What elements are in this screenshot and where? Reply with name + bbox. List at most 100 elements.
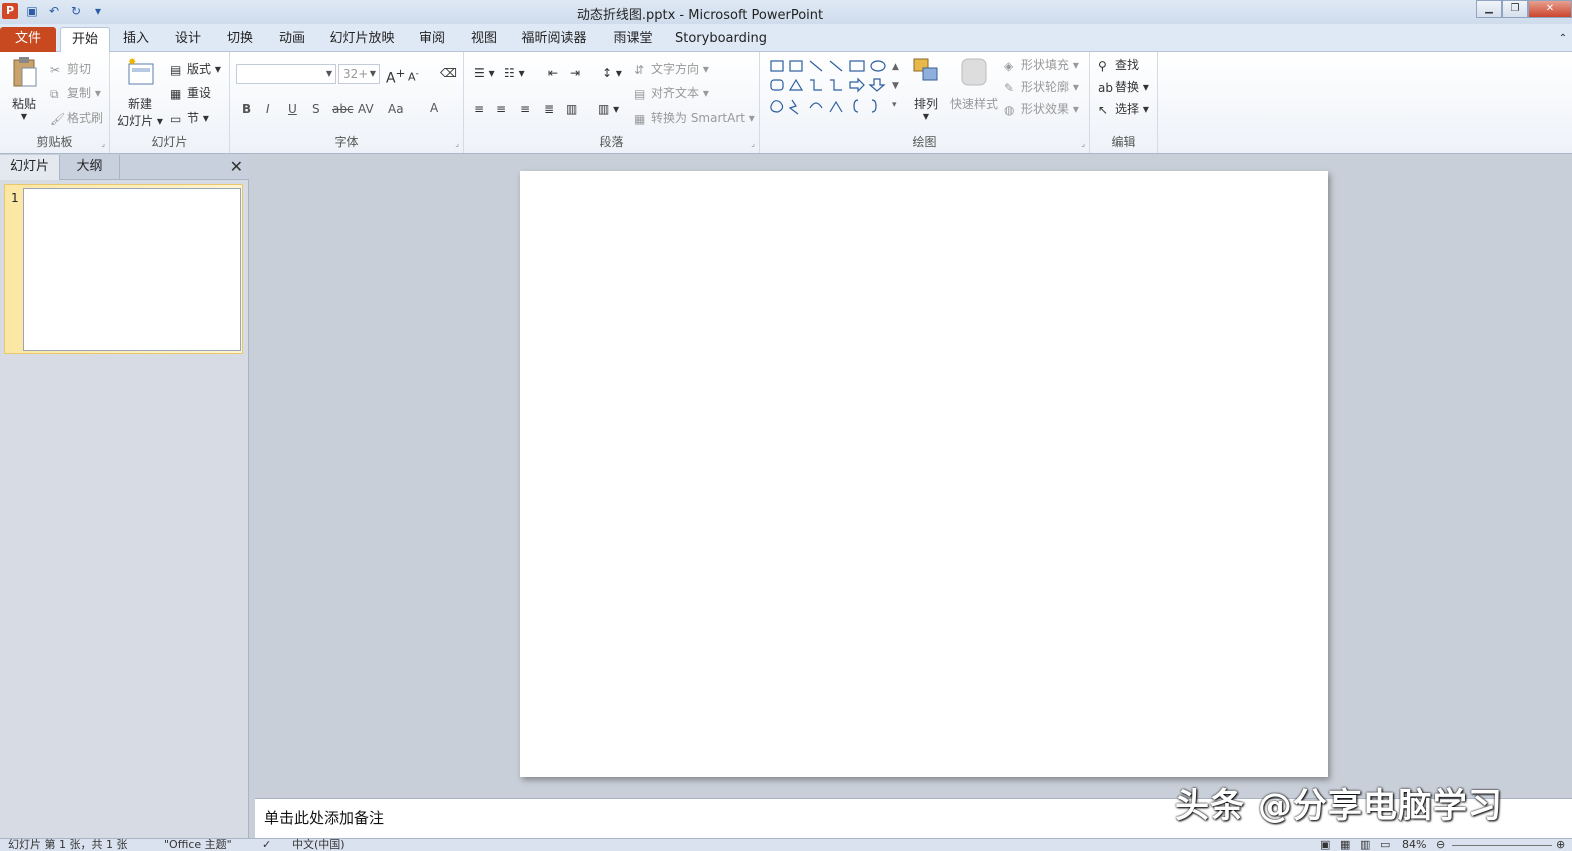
reading-view-icon[interactable]: ▥ (1360, 839, 1370, 851)
change-case-button[interactable]: Aa (388, 102, 404, 116)
slide-editing-area (255, 155, 1572, 795)
watermark-text: 头条 @分享电脑学习 (1175, 786, 1503, 826)
ribbon: 粘贴 ▼ ✂ 剪切 ⧉ 复制 ▾ 🖌 格式刷 剪贴板 ⌟ ✸ 新建 幻灯片 ▾ ▤ 版式… (0, 52, 1572, 154)
close-button[interactable]: ✕ (1528, 0, 1572, 18)
shrink-font-icon[interactable]: A- (408, 68, 419, 84)
clipboard-launcher-icon[interactable]: ⌟ (101, 139, 105, 148)
tab-foxit-reader[interactable]: 福昕阅读器 (514, 27, 594, 52)
spellcheck-icon[interactable]: ✓ (262, 839, 271, 851)
reset-button[interactable]: ▦ 重设 (170, 84, 211, 101)
clear-formatting-icon[interactable]: ⌫ (440, 66, 457, 80)
tab-slides-pane[interactable]: 幻灯片 (0, 155, 60, 180)
cut-button[interactable]: ✂ 剪切 (50, 60, 91, 77)
tab-transitions[interactable]: 切换 (218, 27, 262, 52)
minimize-button[interactable]: ▁ (1476, 0, 1502, 18)
distribute-icon[interactable]: ▥ (566, 102, 577, 116)
columns-icon[interactable]: ▥ ▾ (598, 102, 619, 116)
section-button[interactable]: ▭ 节 ▾ (170, 109, 209, 126)
select-button[interactable]: ↖ 选择 ▾ (1098, 100, 1149, 117)
new-slide-button[interactable]: ✸ 新建 幻灯片 ▾ (116, 56, 164, 129)
window-controls: ▁ ❐ ✕ (1476, 0, 1572, 18)
zoom-out-icon[interactable]: ⊖ (1436, 839, 1445, 851)
slide-thumbnail-item[interactable]: 1 (4, 184, 243, 354)
tab-animations[interactable]: 动画 (270, 27, 314, 52)
section-icon: ▭ (170, 111, 182, 126)
align-text-button[interactable]: ▤ 对齐文本 ▾ (634, 84, 709, 101)
arrange-icon (913, 58, 938, 81)
drawing-launcher-icon[interactable]: ⌟ (1081, 139, 1085, 148)
numbering-icon[interactable]: ☷ ▾ (504, 66, 525, 80)
align-center-icon[interactable]: ≡ (496, 102, 506, 116)
font-size-combo[interactable]: 32+ ▼ (338, 64, 380, 84)
paragraph-group: ☰ ▾ ☷ ▾ ⇤ ⇥ ↕ ▾ ⇵ 文字方向 ▾ ▤ 对齐文本 ▾ ▦ 转换为 Sma… (464, 52, 760, 153)
slide-sorter-icon[interactable]: ▦ (1340, 839, 1350, 851)
tab-storyboarding[interactable]: Storyboarding (672, 27, 770, 52)
bullets-icon[interactable]: ☰ ▾ (474, 66, 495, 80)
justify-icon[interactable]: ≣ (544, 102, 554, 116)
zoom-slider[interactable] (1452, 839, 1552, 846)
new-slide-icon: ✸ (128, 57, 154, 85)
shadow-button[interactable]: S (312, 102, 320, 116)
tab-insert[interactable]: 插入 (114, 27, 158, 52)
convert-smartart-button[interactable]: ▦ 转换为 SmartArt ▾ (634, 109, 755, 126)
font-launcher-icon[interactable]: ⌟ (455, 139, 459, 148)
reset-icon: ▦ (170, 86, 182, 101)
slide-count-status: 幻灯片 第 1 张，共 1 张 (8, 838, 128, 851)
tab-slideshow[interactable]: 幻灯片放映 (322, 27, 402, 52)
maximize-button[interactable]: ❐ (1502, 0, 1528, 18)
paragraph-launcher-icon[interactable]: ⌟ (751, 139, 755, 148)
font-color-button[interactable]: A (430, 101, 438, 115)
layout-button[interactable]: ▤ 版式 ▾ (170, 60, 221, 77)
tab-file[interactable]: 文件 (0, 27, 56, 52)
align-right-icon[interactable]: ≡ (520, 102, 530, 116)
paste-button[interactable]: 粘贴 ▼ (6, 56, 42, 121)
gallery-scroll-icon[interactable]: ▲ ▼ ▾ (892, 58, 899, 115)
align-left-icon[interactable]: ≡ (474, 102, 484, 116)
tab-design[interactable]: 设计 (166, 27, 210, 52)
collapse-ribbon-icon[interactable]: ⌃ (1554, 27, 1572, 52)
layout-icon: ▤ (170, 62, 182, 77)
paste-dropdown-icon[interactable]: ▼ (6, 112, 42, 121)
tab-rain-classroom[interactable]: 雨课堂 (606, 27, 660, 52)
tab-outline-pane[interactable]: 大纲 (60, 155, 120, 180)
tab-view[interactable]: 视图 (462, 27, 506, 52)
format-painter-button[interactable]: 🖌 格式刷 (50, 109, 103, 126)
chevron-down-icon: ▼ (922, 112, 930, 121)
arrange-button[interactable]: 排列 ▼ (908, 56, 944, 121)
font-name-combo[interactable]: ▼ (236, 64, 336, 84)
replace-icon: ab (1098, 80, 1113, 95)
line-spacing-icon[interactable]: ↕ ▾ (602, 66, 622, 80)
find-button[interactable]: ⚲ 查找 (1098, 56, 1139, 73)
grow-font-icon[interactable]: A+ (386, 66, 405, 87)
theme-status: "Office 主题" (164, 838, 232, 851)
language-status[interactable]: 中文(中国) (292, 839, 345, 851)
shape-effects-button[interactable]: ◍ 形状效果 ▾ (1004, 100, 1079, 117)
copy-button[interactable]: ⧉ 复制 ▾ (50, 84, 101, 101)
tab-home[interactable]: 开始 (60, 27, 110, 52)
strikethrough-button[interactable]: abc (332, 102, 354, 116)
shape-outline-button[interactable]: ✎ 形状轮廓 ▾ (1004, 78, 1079, 95)
normal-view-icon[interactable]: ▣ (1320, 839, 1330, 851)
zoom-in-icon[interactable]: ⊕ (1556, 839, 1565, 851)
shapes-gallery[interactable] (768, 58, 892, 118)
slides-pane: 幻灯片 大纲 ✕ 1 (0, 155, 249, 838)
align-text-icon: ▤ (634, 86, 646, 101)
underline-button[interactable]: U (288, 102, 297, 116)
increase-indent-icon[interactable]: ⇥ (570, 66, 580, 80)
slide-canvas[interactable] (520, 171, 1328, 777)
text-direction-button[interactable]: ⇵ 文字方向 ▾ (634, 60, 709, 77)
close-pane-icon[interactable]: ✕ (230, 157, 243, 176)
tab-review[interactable]: 审阅 (410, 27, 454, 52)
slideshow-icon[interactable]: ▭ (1380, 839, 1390, 851)
shape-fill-button[interactable]: ◈ 形状填充 ▾ (1004, 56, 1079, 73)
zoom-level[interactable]: 84% (1402, 839, 1426, 851)
replace-button[interactable]: ab 替换 ▾ (1098, 78, 1149, 95)
decrease-indent-icon[interactable]: ⇤ (548, 66, 558, 80)
slide-thumbnail[interactable] (23, 188, 241, 351)
bold-button[interactable]: B (242, 102, 251, 116)
quick-styles-button[interactable]: 快速样式 (948, 56, 1000, 112)
drawing-group: ▲ ▼ ▾ 排列 ▼ 快速样式 ◈ 形状填充 ▾ ✎ 形状轮廓 ▾ ◍ 形状效果 ▾ 绘图… (760, 52, 1090, 153)
italic-button[interactable]: I (266, 102, 270, 116)
character-spacing-button[interactable]: AV (358, 102, 374, 116)
notes-placeholder: 单击此处添加备注 (264, 809, 385, 827)
